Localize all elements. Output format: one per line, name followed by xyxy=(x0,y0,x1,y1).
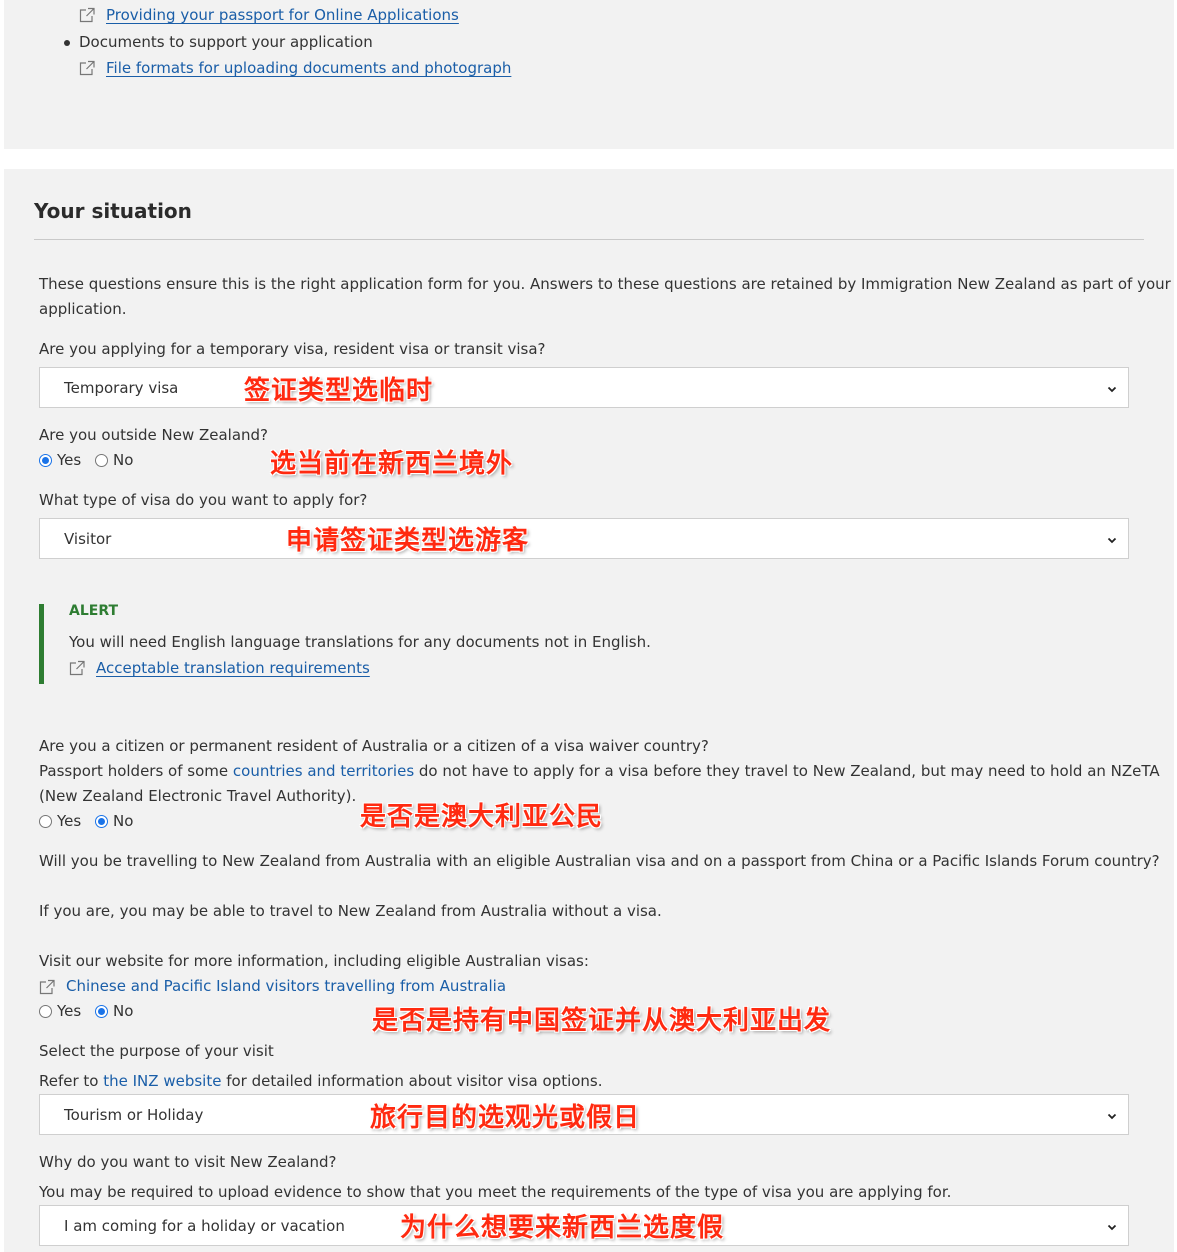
countries-territories-link[interactable]: countries and territories xyxy=(233,762,414,780)
divider xyxy=(34,239,1144,240)
citizen-info-text: Passport holders of some countries and t… xyxy=(39,762,1160,780)
purpose-label: Select the purpose of your visit xyxy=(39,1042,274,1060)
outside-nz-yes-radio[interactable] xyxy=(39,454,52,467)
alert-title: ALERT xyxy=(69,603,119,619)
travel-from-australia-yes-label: Yes xyxy=(57,1002,82,1020)
travel-from-australia-visit-text: Visit our website for more information, … xyxy=(39,952,589,970)
why-visit-label: Why do you want to visit New Zealand? xyxy=(39,1153,337,1171)
external-link-icon xyxy=(79,60,96,76)
annotation-visa-type: 申请签证类型选游客 xyxy=(286,526,530,556)
passport-online-applications-link[interactable]: Providing your passport for Online Appli… xyxy=(106,6,459,24)
inz-website-link[interactable]: the INZ website xyxy=(103,1072,221,1090)
annotation-citizen: 是否是澳大利亚公民 xyxy=(360,802,604,832)
intro-text: These questions ensure this is the right… xyxy=(39,275,1171,293)
citizen-info-text-line2: (New Zealand Electronic Travel Authority… xyxy=(39,787,357,805)
documents-support-text: Documents to support your application xyxy=(79,33,373,51)
outside-nz-yes-label: Yes xyxy=(57,451,82,469)
alert-bar xyxy=(39,604,44,684)
file-formats-link[interactable]: File formats for uploading documents and… xyxy=(106,59,511,77)
citizen-label: Are you a citizen or permanent resident … xyxy=(39,737,709,755)
bullet xyxy=(64,40,70,46)
external-link-icon xyxy=(69,660,86,676)
purpose-value: Tourism or Holiday xyxy=(64,1106,204,1124)
external-link-icon xyxy=(39,979,56,995)
intro-text-line2: application. xyxy=(39,300,127,318)
travel-from-australia-text: If you are, you may be able to travel to… xyxy=(39,902,662,920)
external-link-icon xyxy=(79,7,96,23)
outside-nz-no-label: No xyxy=(113,451,134,469)
alert-text: You will need English language translati… xyxy=(69,633,651,651)
annotation-why-visit: 为什么想要来新西兰选度假 xyxy=(400,1213,725,1243)
chinese-pacific-visitors-link[interactable]: Chinese and Pacific Island visitors trav… xyxy=(66,977,506,995)
visa-type-value: Visitor xyxy=(64,530,112,548)
page-title: Your situation xyxy=(34,199,192,223)
translation-requirements-link[interactable]: Acceptable translation requirements xyxy=(96,659,370,677)
visa-kind-label: Are you applying for a temporary visa, r… xyxy=(39,340,546,358)
outside-nz-label: Are you outside New Zealand? xyxy=(39,426,269,444)
visa-type-select[interactable]: Visitor xyxy=(39,518,1129,559)
citizen-yes-label: Yes xyxy=(57,812,82,830)
travel-from-australia-yes-radio[interactable] xyxy=(39,1005,52,1018)
travel-from-australia-no-radio[interactable] xyxy=(95,1005,108,1018)
visa-type-label: What type of visa do you want to apply f… xyxy=(39,491,368,509)
chevron-down-icon xyxy=(1106,532,1118,544)
chevron-down-icon xyxy=(1106,381,1118,393)
purpose-refer-text: Refer to the INZ website for detailed in… xyxy=(39,1072,603,1090)
visa-kind-select[interactable]: Temporary visa xyxy=(39,367,1129,408)
citizen-no-radio[interactable] xyxy=(95,815,108,828)
citizen-yes-radio[interactable] xyxy=(39,815,52,828)
chevron-down-icon xyxy=(1106,1108,1118,1120)
outside-nz-no-radio[interactable] xyxy=(95,454,108,467)
annotation-purpose: 旅行目的选观光或假日 xyxy=(370,1103,641,1133)
travel-from-australia-label: Will you be travelling to New Zealand fr… xyxy=(39,852,1160,870)
why-visit-text: You may be required to upload evidence t… xyxy=(39,1183,952,1201)
annotation-visa-kind: 签证类型选临时 xyxy=(244,376,434,406)
visa-kind-value: Temporary visa xyxy=(64,379,179,397)
chevron-down-icon xyxy=(1106,1219,1118,1231)
annotation-outside-nz: 选当前在新西兰境外 xyxy=(270,449,514,479)
why-visit-value: I am coming for a holiday or vacation xyxy=(64,1217,345,1235)
travel-from-australia-no-label: No xyxy=(113,1002,134,1020)
citizen-no-label: No xyxy=(113,812,134,830)
annotation-travel-from-australia: 是否是持有中国签证并从澳大利亚出发 xyxy=(372,1006,832,1036)
